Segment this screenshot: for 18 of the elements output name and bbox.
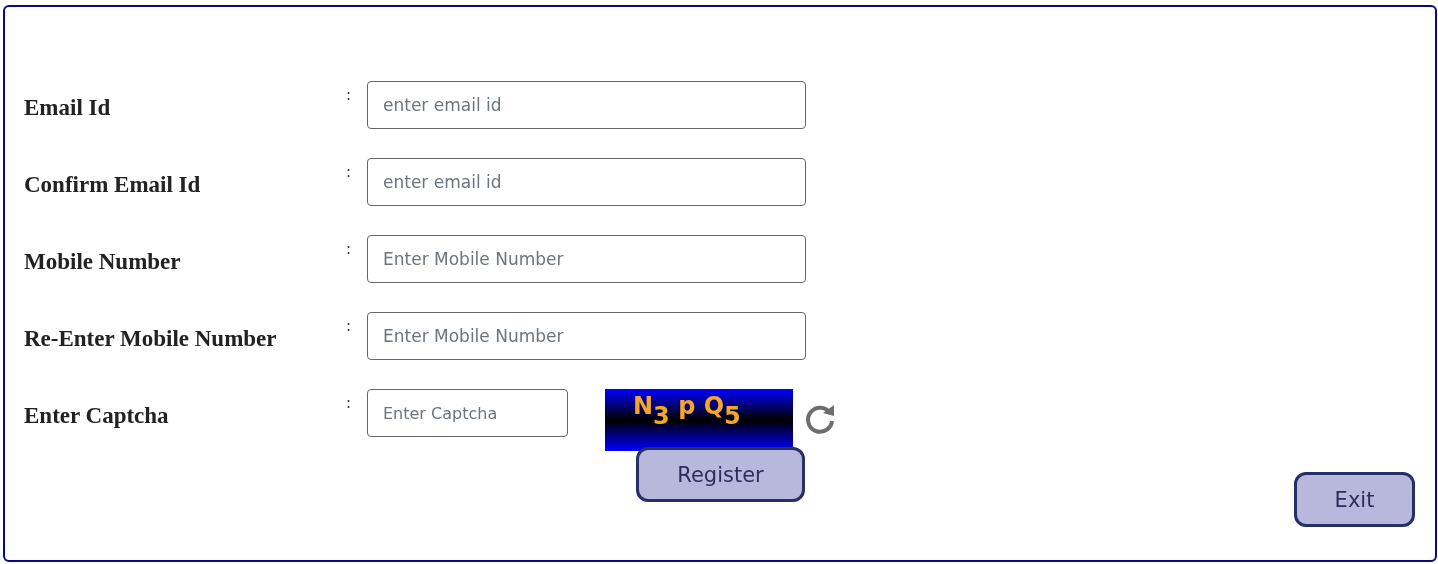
input-field[interactable]: enter email id <box>367 81 806 129</box>
refresh-icon[interactable] <box>803 402 837 436</box>
register-button[interactable]: Register <box>636 447 805 502</box>
colon: : <box>345 316 353 335</box>
colon: : <box>345 393 353 412</box>
exit-button[interactable]: Exit <box>1294 472 1415 527</box>
colon: : <box>345 239 353 258</box>
field-label: Mobile Number <box>23 248 182 275</box>
colon: : <box>345 85 353 104</box>
input-field[interactable]: Enter Mobile Number <box>367 235 806 283</box>
field-label: Enter Captcha <box>23 402 170 429</box>
field-label: Email Id <box>23 94 112 121</box>
colon: : <box>345 162 353 181</box>
input-field[interactable]: Enter Mobile Number <box>367 312 806 360</box>
input-field[interactable]: enter email id <box>367 158 806 206</box>
captcha-input[interactable]: Enter Captcha <box>367 389 568 437</box>
field-label: Confirm Email Id <box>23 171 202 198</box>
field-label: Re-Enter Mobile Number <box>23 325 278 352</box>
